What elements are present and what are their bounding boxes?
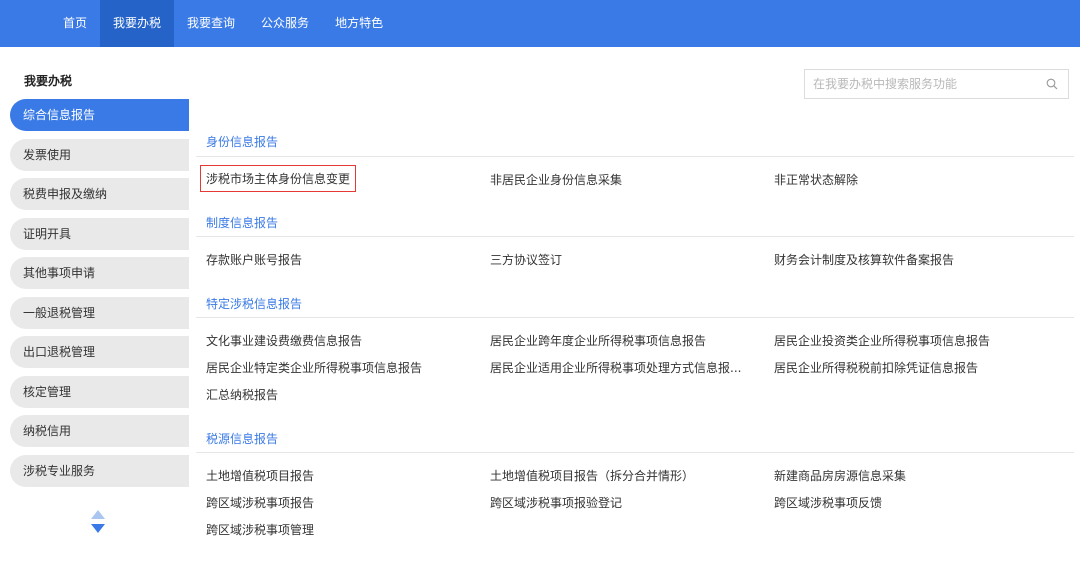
sidebar-item-tax-credit[interactable]: 纳税信用	[10, 415, 189, 447]
nav-local-features[interactable]: 地方特色	[322, 0, 396, 47]
link-pretax-deduction-voucher-report[interactable]: 居民企业所得税税前扣除凭证信息报告	[774, 359, 978, 376]
main-content: 身份信息报告 涉税市场主体身份信息变更 非居民企业身份信息采集 非正常状态解除 …	[189, 47, 1080, 583]
sidebar-item-invoice-use[interactable]: 发票使用	[10, 138, 189, 171]
nav-query[interactable]: 我要查询	[174, 0, 248, 47]
section-title-specific-tax-info: 特定涉税信息报告	[206, 297, 303, 311]
scroll-arrows	[90, 509, 106, 535]
nav-tax-handling[interactable]: 我要办税	[100, 0, 175, 47]
section-title-tax-source-info: 税源信息报告	[206, 432, 279, 446]
sidebar-item-professional-services[interactable]: 涉税专业服务	[10, 454, 189, 487]
link-cross-region-tax-report[interactable]: 跨区域涉税事项报告	[206, 494, 314, 511]
top-nav: 首页 我要办税 我要查询 公众服务 地方特色	[50, 0, 396, 47]
link-entity-identity-change[interactable]: 涉税市场主体身份信息变更	[200, 165, 357, 192]
scroll-up-arrow-icon[interactable]	[91, 510, 105, 519]
link-cross-region-inspection-registration[interactable]: 跨区域涉税事项报验登记	[490, 494, 622, 511]
search-icon[interactable]	[1046, 78, 1058, 90]
nav-home[interactable]: 首页	[50, 0, 100, 47]
link-cross-year-cit-report[interactable]: 居民企业跨年度企业所得税事项信息报告	[490, 332, 706, 349]
link-accounting-software-filing[interactable]: 财务会计制度及核算软件备案报告	[774, 251, 954, 268]
link-consolidated-tax-report[interactable]: 汇总纳税报告	[206, 386, 278, 403]
link-deposit-account-report[interactable]: 存款账户账号报告	[206, 251, 302, 268]
link-new-housing-source-collection[interactable]: 新建商品房房源信息采集	[774, 467, 906, 484]
divider	[196, 317, 1074, 318]
link-investment-cit-report[interactable]: 居民企业投资类企业所得税事项信息报告	[774, 332, 990, 349]
sidebar-item-tax-filing-payment[interactable]: 税费申报及缴纳	[10, 178, 189, 210]
search-box	[804, 69, 1069, 99]
search-input[interactable]	[805, 70, 1035, 98]
link-cultural-construction-fee[interactable]: 文化事业建设费缴费信息报告	[206, 332, 362, 349]
link-land-vat-split-merge-report[interactable]: 土地增值税项目报告（拆分合并情形）	[490, 467, 694, 484]
sidebar-item-comprehensive-info-report[interactable]: 综合信息报告	[10, 99, 189, 131]
sidebar-item-other-applications[interactable]: 其他事项申请	[10, 257, 189, 289]
divider	[196, 236, 1074, 237]
sidebar-item-general-refund[interactable]: 一般退税管理	[10, 296, 189, 329]
sidebar-title: 我要办税	[24, 74, 73, 88]
link-land-vat-project-report[interactable]: 土地增值税项目报告	[206, 467, 314, 484]
nav-public-service[interactable]: 公众服务	[248, 0, 322, 47]
link-cit-treatment-method-report[interactable]: 居民企业适用企业所得税事项处理方式信息报...	[490, 359, 741, 376]
sidebar-item-export-refund[interactable]: 出口退税管理	[10, 336, 189, 368]
link-abnormal-status-release[interactable]: 非正常状态解除	[774, 171, 858, 188]
link-tripartite-agreement[interactable]: 三方协议签订	[490, 251, 562, 268]
sidebar-menu: 综合信息报告 发票使用 税费申报及缴纳 证明开具 其他事项申请 一般退税管理 出…	[10, 99, 189, 494]
link-cross-region-feedback[interactable]: 跨区域涉税事项反馈	[774, 494, 882, 511]
link-cross-region-management[interactable]: 跨区域涉税事项管理	[206, 521, 314, 538]
sidebar-item-certificate-issuance[interactable]: 证明开具	[10, 217, 189, 250]
divider	[196, 452, 1074, 453]
sidebar: 我要办税 综合信息报告 发票使用 税费申报及缴纳 证明开具 其他事项申请 一般退…	[0, 47, 189, 583]
link-nonresident-identity-collection[interactable]: 非居民企业身份信息采集	[490, 171, 622, 188]
link-special-enterprise-cit-report[interactable]: 居民企业特定类企业所得税事项信息报告	[206, 359, 422, 376]
divider	[196, 156, 1074, 157]
section-title-system-info: 制度信息报告	[206, 216, 279, 230]
top-nav-bar: 首页 我要办税 我要查询 公众服务 地方特色	[0, 0, 1080, 47]
sidebar-item-assessment[interactable]: 核定管理	[10, 375, 189, 408]
scroll-down-arrow-icon[interactable]	[91, 524, 105, 533]
section-title-identity-info: 身份信息报告	[206, 135, 279, 149]
